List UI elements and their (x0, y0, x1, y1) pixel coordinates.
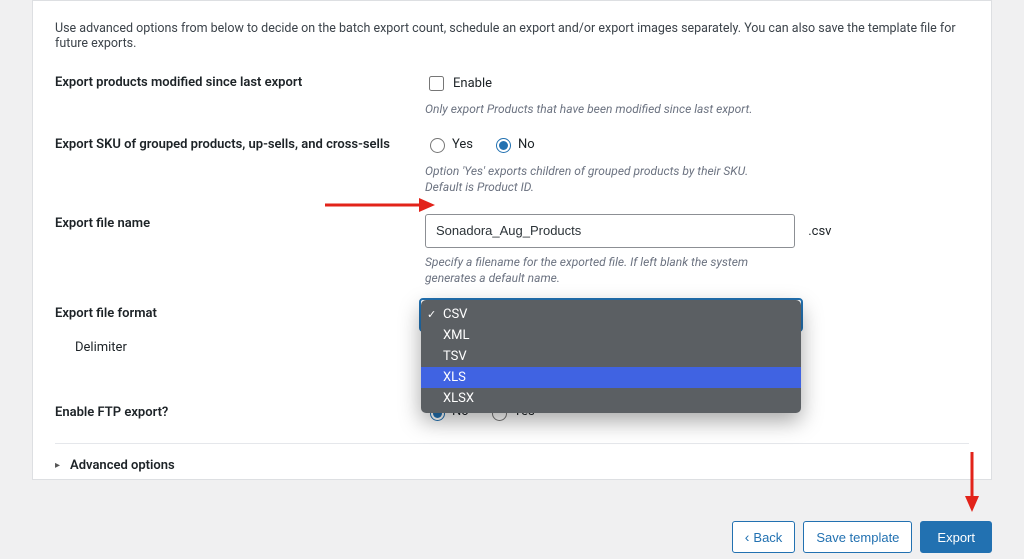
sku-yes-text: Yes (452, 137, 473, 152)
check-icon: ✓ (427, 309, 436, 320)
format-option-tsv-label: TSV (443, 349, 467, 364)
sku-radios: Yes No (425, 135, 535, 153)
row-format: Export file format ✓ CSV XML TSV XLS XLS (55, 304, 969, 332)
export-button-label: Export (937, 530, 975, 545)
field-filename: .csv Specify a filename for the exported… (425, 214, 969, 286)
enable-text: Enable (453, 76, 492, 91)
format-option-xml[interactable]: XML (421, 325, 801, 346)
save-template-button[interactable]: Save template (803, 521, 912, 553)
row-sku: Export SKU of grouped products, up-sells… (55, 135, 969, 195)
label-filename: Export file name (55, 214, 425, 231)
sku-no-text: No (518, 137, 535, 152)
sku-no-radio[interactable] (496, 138, 511, 153)
helper-sku: Option 'Yes' exports children of grouped… (425, 163, 755, 195)
label-delimiter: Delimiter (55, 338, 425, 355)
field-sku: Yes No Option 'Yes' exports children of … (425, 135, 969, 195)
advanced-options-row[interactable]: ▸ Advanced options (55, 443, 969, 473)
enable-checkbox-label[interactable]: Enable (425, 73, 492, 94)
field-format: ✓ CSV XML TSV XLS XLSX (425, 304, 969, 332)
format-option-csv-label: CSV (443, 307, 467, 322)
filename-input[interactable] (425, 214, 795, 248)
format-option-xml-label: XML (443, 328, 470, 343)
caret-right-icon: ▸ (55, 460, 60, 471)
format-option-xls-label: XLS (443, 370, 466, 385)
label-ftp: Enable FTP export? (55, 403, 425, 420)
export-button[interactable]: Export (920, 521, 992, 553)
export-advanced-panel: Use advanced options from below to decid… (32, 0, 992, 480)
format-dropdown[interactable]: ✓ CSV XML TSV XLS XLSX (421, 300, 801, 413)
format-option-xlsx-label: XLSX (443, 391, 474, 406)
row-filename: Export file name .csv Specify a filename… (55, 214, 969, 286)
sku-yes-radio[interactable] (430, 138, 445, 153)
chevron-left-icon: ‹ (745, 530, 750, 544)
sku-no-label[interactable]: No (491, 135, 535, 153)
label-format: Export file format (55, 304, 425, 321)
intro-text: Use advanced options from below to decid… (55, 21, 969, 51)
helper-filename: Specify a filename for the exported file… (425, 254, 755, 286)
format-option-csv[interactable]: ✓ CSV (421, 304, 801, 325)
helper-modified: Only export Products that have been modi… (425, 101, 755, 117)
label-sku: Export SKU of grouped products, up-sells… (55, 135, 425, 152)
footer-bar: ‹ Back Save template Export (732, 521, 992, 553)
back-button-label: Back (753, 530, 782, 545)
filename-ext: .csv (808, 224, 831, 239)
label-modified: Export products modified since last expo… (55, 73, 425, 90)
enable-checkbox[interactable] (429, 76, 444, 91)
format-option-xls[interactable]: XLS (421, 367, 801, 388)
format-option-tsv[interactable]: TSV (421, 346, 801, 367)
format-option-xlsx[interactable]: XLSX (421, 388, 801, 409)
advanced-options-label: Advanced options (70, 458, 175, 473)
save-template-label: Save template (816, 530, 899, 545)
field-modified: Enable Only export Products that have be… (425, 73, 969, 117)
sku-yes-label[interactable]: Yes (425, 135, 473, 153)
row-modified: Export products modified since last expo… (55, 73, 969, 117)
annotation-arrow-filename (323, 195, 435, 215)
back-button[interactable]: ‹ Back (732, 521, 796, 553)
